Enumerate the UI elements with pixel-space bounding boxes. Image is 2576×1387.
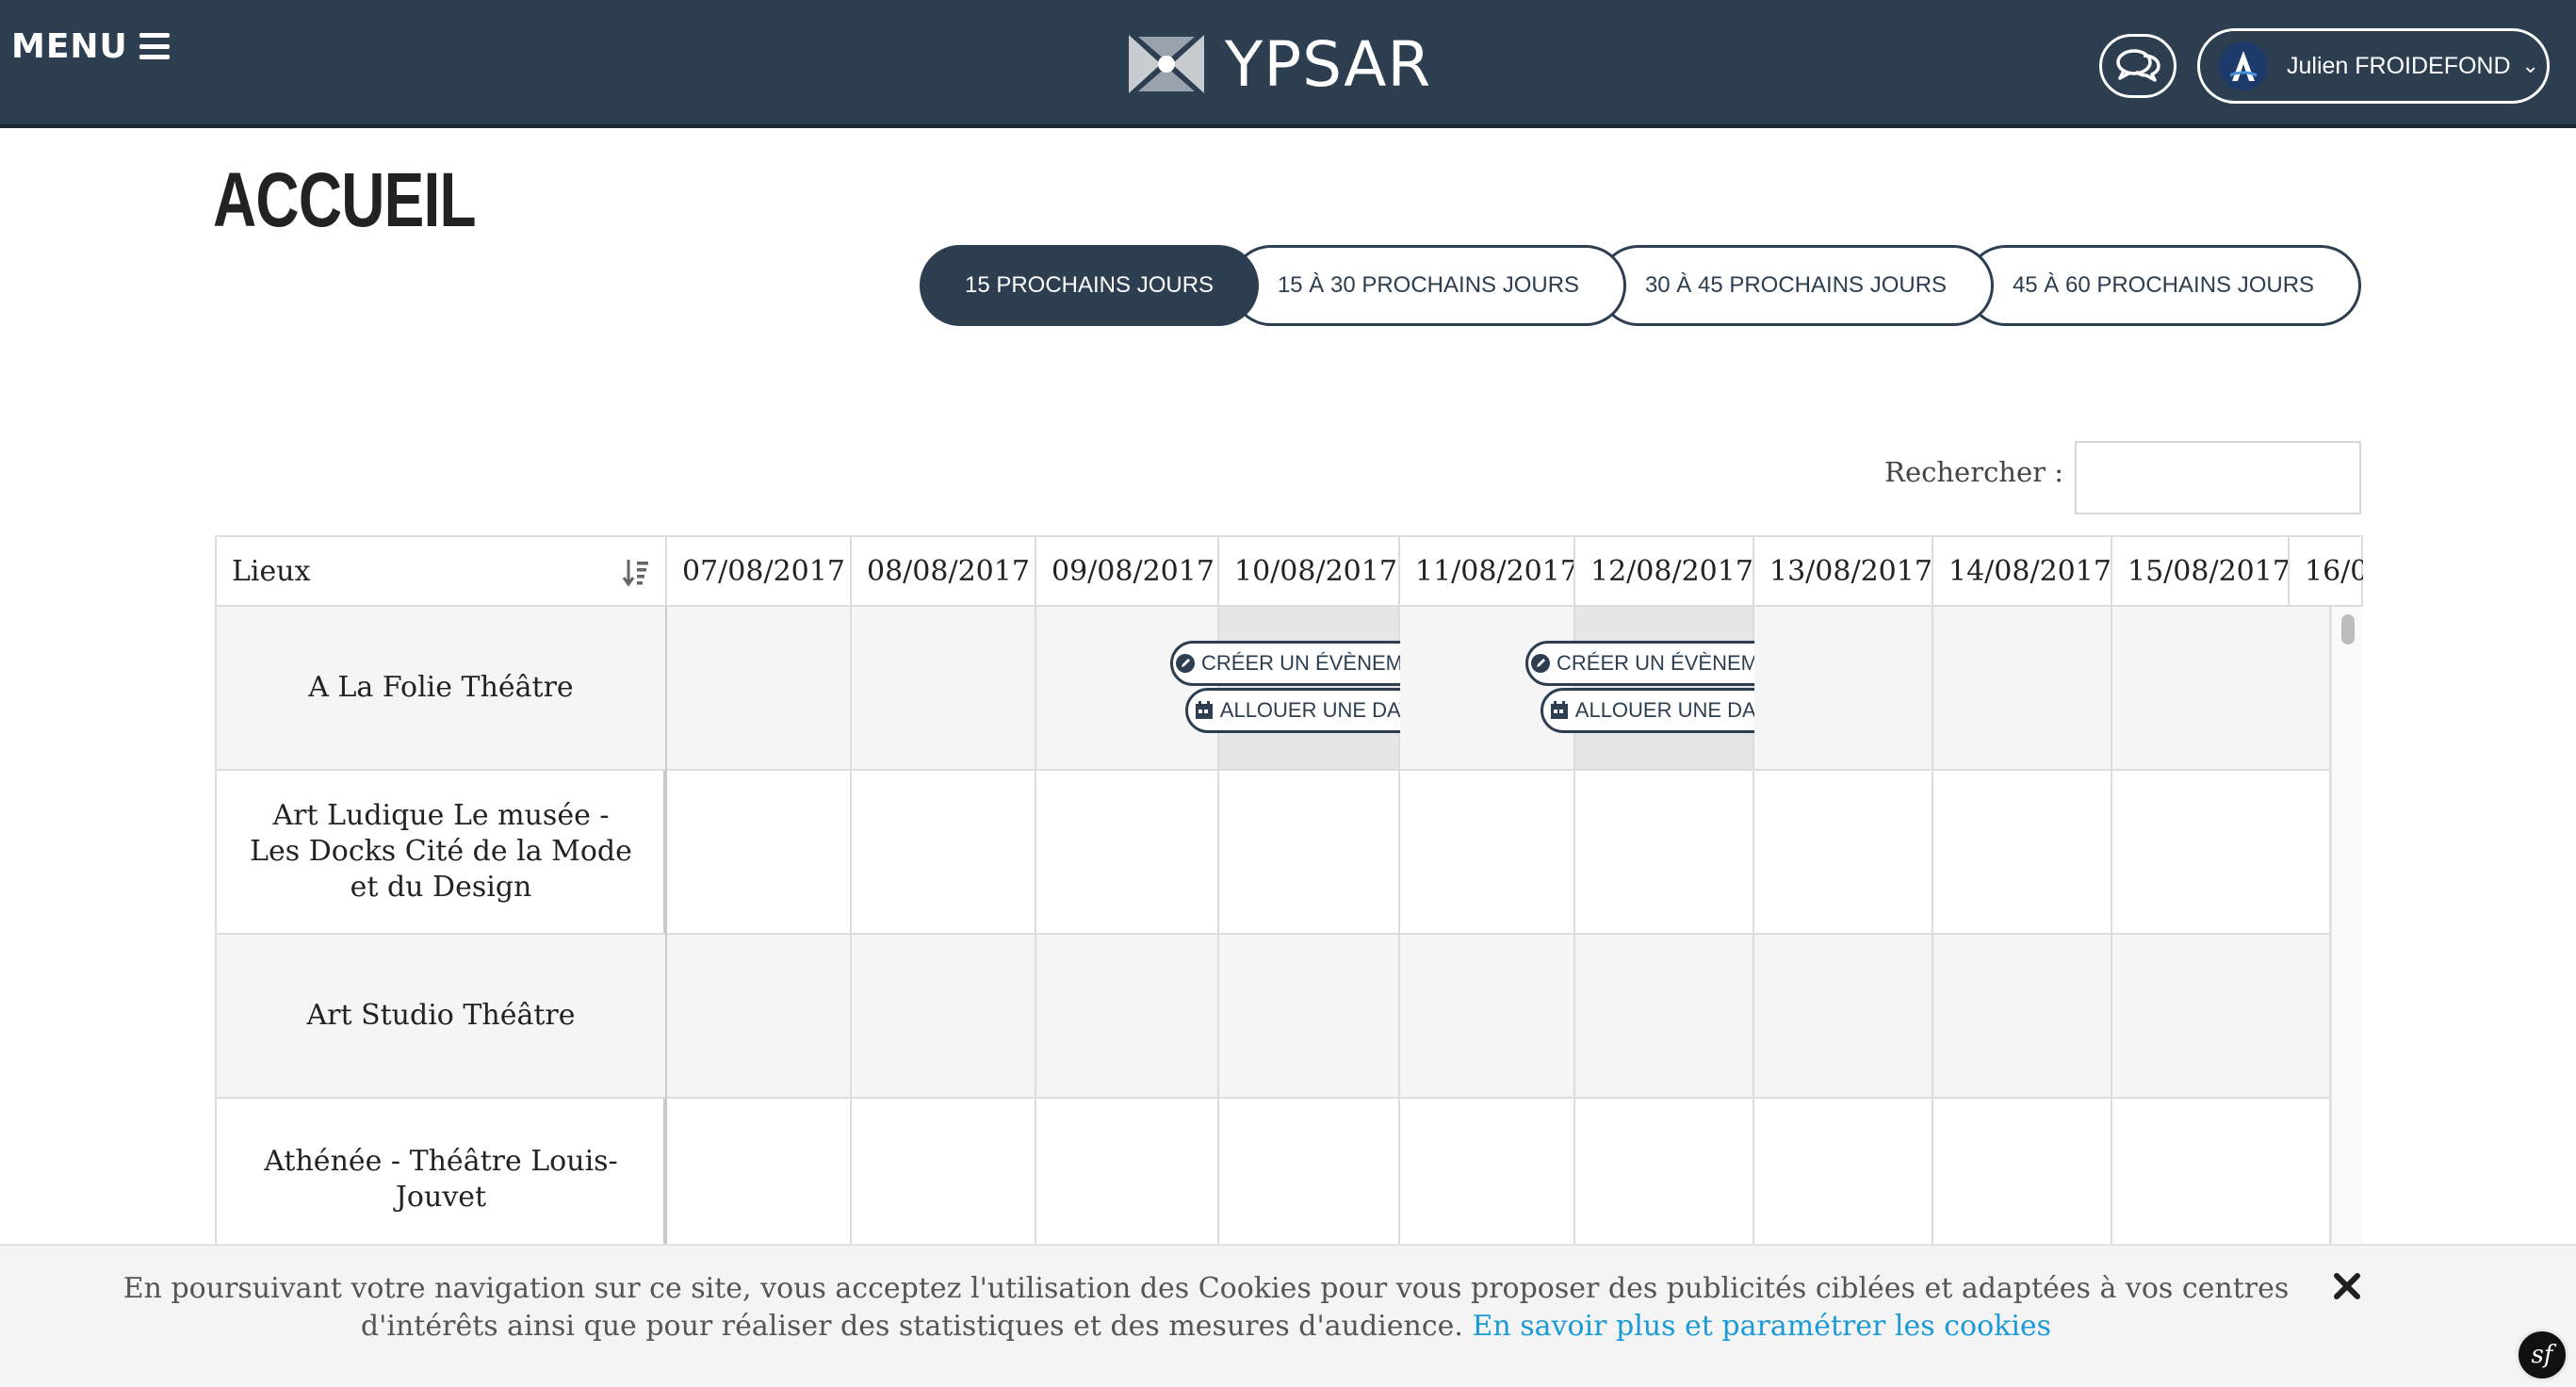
cookie-settings-link[interactable]: En savoir plus et paramétrer les cookies (1472, 1310, 2051, 1343)
schedule-cell[interactable] (667, 771, 852, 935)
allocate-date-label: ALLOUER UNE DATE (1574, 698, 1782, 722)
brand[interactable]: YPSAR (1129, 27, 1432, 101)
schedule-cell[interactable] (852, 1099, 1036, 1244)
user-name: Julien FROIDEFOND (2287, 52, 2511, 79)
schedule-cell[interactable]: CRÉER UN ÉVÈNEMENT ALLOUER UNE DATE (1525, 607, 1804, 771)
column-header-date[interactable]: 07/08/2017 (667, 537, 852, 605)
schedule-cell[interactable] (1400, 1099, 1575, 1244)
schedule-cell[interactable] (2112, 607, 2331, 771)
allocate-date-button[interactable]: ALLOUER UNE DATE (1541, 688, 1789, 733)
schedule-cell[interactable] (852, 935, 1036, 1099)
schedule-cell[interactable] (2112, 1099, 2331, 1244)
schedule-cell[interactable] (1036, 1099, 1219, 1244)
allocate-date-label: ALLOUER UNE DATE (1219, 698, 1427, 722)
schedule-cell[interactable] (1400, 607, 1575, 771)
schedule-cell[interactable] (1575, 935, 1754, 1099)
column-header-date[interactable]: 14/08/2017 (1933, 537, 2112, 605)
schedule-grid: CRÉER UN ÉVÈNEMENT ALLOUER UNE DATE CRÉER … (667, 607, 2331, 1244)
cookie-message: En poursuivant votre navigation sur ce s… (57, 1270, 2356, 1346)
tab-label: 15 PROCHAINS JOURS (964, 272, 1215, 298)
chat-button[interactable] (2099, 34, 2177, 98)
tab-15-30-days[interactable]: 15 À 30 PROCHAINS JOURS (1231, 245, 1626, 326)
column-header-date[interactable]: 11/08/2017 (1400, 537, 1575, 605)
schedule-cell[interactable] (2112, 935, 2331, 1099)
schedule-cell[interactable]: CRÉER UN ÉVÈNEMENT ALLOUER UNE DATE (1170, 607, 1449, 771)
schedule-cell[interactable] (1036, 935, 1219, 1099)
schedule-cell[interactable] (852, 771, 1036, 935)
schedule-cell[interactable] (1754, 1099, 1933, 1244)
schedule-cell[interactable] (667, 935, 852, 1099)
schedule-cell[interactable] (1219, 1099, 1400, 1244)
calendar-icon (1550, 701, 1568, 719)
schedule-cell[interactable] (1933, 1099, 2112, 1244)
tab-45-60-days[interactable]: 45 À 60 PROCHAINS JOURS (1965, 245, 2361, 326)
sort-icon[interactable] (622, 558, 650, 588)
venue-column: A La Folie Théâtre Art Ludique Le musée … (215, 607, 667, 1244)
venue-name: Athénée - Théâtre Louis-Jouvet (217, 1099, 665, 1244)
tab-15-days[interactable]: 15 PROCHAINS JOURS (920, 245, 1259, 326)
column-header-date[interactable]: 09/08/2017 (1036, 537, 1219, 605)
schedule-cell[interactable] (667, 1099, 852, 1244)
user-menu-button[interactable]: Julien FROIDEFOND ⌄ (2197, 28, 2550, 104)
schedule-table: Lieux 07/08/2017 08/08/2017 09/08/2017 1… (215, 535, 2363, 1244)
schedule-cell[interactable] (852, 607, 1036, 771)
column-header-date[interactable]: 13/08/2017 (1754, 537, 1933, 605)
allocate-date-button[interactable]: ALLOUER UNE DATE (1185, 688, 1434, 733)
brand-name: YPSAR (1225, 27, 1432, 101)
tab-30-45-days[interactable]: 30 À 45 PROCHAINS JOURS (1598, 245, 1994, 326)
venue-name: Art Studio Théâtre (217, 935, 665, 1099)
chat-bubbles-icon (2116, 49, 2160, 82)
scrollbar-thumb[interactable] (2341, 614, 2355, 645)
page-title: ACCUEIL (213, 157, 477, 243)
top-navbar: MENU YPSAR Julien FROIDEFOND ⌄ (0, 0, 2576, 128)
schedule-cell[interactable] (1933, 607, 2112, 771)
schedule-cell[interactable] (1754, 607, 1933, 771)
column-header-lieux[interactable]: Lieux (217, 537, 667, 605)
symfony-badge-label: sf (2531, 1341, 2553, 1369)
schedule-cell[interactable] (1754, 771, 1933, 935)
schedule-cell[interactable] (1933, 935, 2112, 1099)
schedule-cell[interactable] (1219, 935, 1400, 1099)
tab-label: 30 À 45 PROCHAINS JOURS (1644, 272, 1948, 298)
chevron-down-icon: ⌄ (2521, 54, 2539, 77)
user-logo-icon (2229, 51, 2258, 81)
schedule-cell[interactable] (1036, 607, 1219, 771)
venue-name: Art Ludique Le musée - Les Docks Cité de… (217, 771, 665, 935)
search-input[interactable] (2075, 441, 2361, 514)
column-header-label: Lieux (232, 554, 311, 588)
pencil-icon (1176, 654, 1196, 673)
schedule-cell[interactable] (1219, 771, 1400, 935)
schedule-cell[interactable] (1754, 935, 1933, 1099)
column-header-date[interactable]: 15/08/2017 (2112, 537, 2290, 605)
cookie-banner: En poursuivant votre navigation sur ce s… (0, 1244, 2576, 1387)
schedule-cell[interactable] (2112, 771, 2331, 935)
column-header-date[interactable]: 12/08/2017 (1575, 537, 1754, 605)
menu-label: MENU (11, 26, 128, 66)
schedule-cell[interactable] (1400, 935, 1575, 1099)
tab-label: 45 À 60 PROCHAINS JOURS (2012, 272, 2315, 298)
schedule-cell[interactable] (1036, 771, 1219, 935)
schedule-cell[interactable] (1933, 771, 2112, 935)
search-label: Rechercher : (1884, 456, 2063, 488)
schedule-cell[interactable] (1400, 771, 1575, 935)
avatar (2219, 41, 2268, 90)
schedule-cell[interactable] (667, 607, 852, 771)
calendar-icon (1195, 701, 1213, 719)
ypsar-logo-icon (1129, 35, 1204, 93)
column-header-date[interactable]: 08/08/2017 (852, 537, 1036, 605)
table-header-row: Lieux 07/08/2017 08/08/2017 09/08/2017 1… (215, 535, 2363, 607)
hamburger-icon (139, 33, 170, 59)
tab-label: 15 À 30 PROCHAINS JOURS (1277, 272, 1580, 298)
pencil-icon (1531, 654, 1551, 673)
schedule-cell[interactable] (1575, 771, 1754, 935)
venue-name: A La Folie Théâtre (217, 607, 665, 771)
close-icon[interactable] (2331, 1270, 2363, 1302)
schedule-cell[interactable] (1575, 1099, 1754, 1244)
vertical-scrollbar[interactable] (2331, 607, 2363, 1244)
column-header-date[interactable]: 16/0 (2290, 537, 2363, 605)
column-header-date[interactable]: 10/08/2017 (1219, 537, 1400, 605)
menu-button[interactable]: MENU (11, 23, 170, 70)
symfony-toolbar-badge[interactable]: sf (2516, 1329, 2568, 1381)
